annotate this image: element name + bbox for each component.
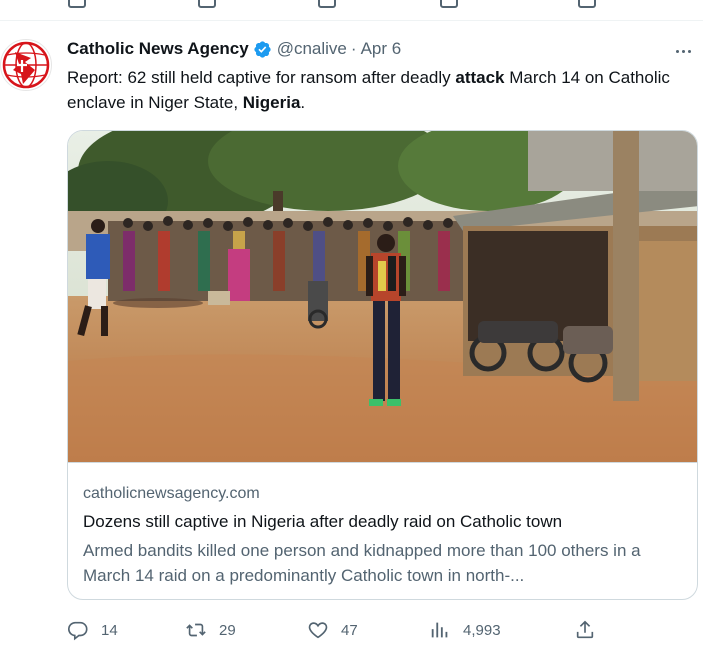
more-button[interactable] <box>671 39 695 59</box>
avatar[interactable] <box>0 39 52 91</box>
reply-button[interactable]: 14 <box>67 618 118 642</box>
like-button[interactable]: 47 <box>307 618 358 642</box>
share-button[interactable] <box>574 618 596 642</box>
author-handle[interactable]: @cnalive <box>277 39 347 59</box>
previous-tweet-actions-cutoff <box>0 0 703 8</box>
verified-badge-icon <box>254 40 271 58</box>
reply-count: 14 <box>101 621 118 639</box>
reply-icon <box>68 621 88 641</box>
tweet-text-part: . <box>300 93 306 112</box>
photo-village-crowd <box>68 131 697 462</box>
tweet-header: Catholic News Agency @cnalive · Apr 6 <box>67 38 401 60</box>
views-count: 4,993 <box>463 621 501 639</box>
prev-action-icon <box>578 0 596 8</box>
prev-action-icon <box>198 0 216 8</box>
prev-action-icon <box>68 0 86 8</box>
link-card[interactable]: catholicnewsagency.com Dozens still capt… <box>67 130 698 600</box>
tweet-text-part: Report: 62 still held captive for ransom… <box>67 68 456 87</box>
views-button[interactable]: 4,993 <box>429 618 501 642</box>
tweet-text: Report: 62 still held captive for ransom… <box>67 65 692 115</box>
card-domain: catholicnewsagency.com <box>83 485 260 502</box>
like-icon <box>308 622 328 639</box>
separator-dot: · <box>350 39 357 58</box>
card-title[interactable]: Dozens still captive in Nigeria after de… <box>83 512 562 532</box>
prev-action-icon <box>318 0 336 8</box>
tweet-text-bold: Nigeria <box>242 93 301 112</box>
more-icon <box>674 40 692 58</box>
share-icon <box>576 620 594 639</box>
retweet-icon <box>186 623 206 637</box>
like-count: 47 <box>341 621 358 639</box>
author-name[interactable]: Catholic News Agency <box>67 39 249 59</box>
tweet-text-bold: attack <box>455 68 505 87</box>
tweet-date[interactable]: Apr 6 <box>361 39 402 59</box>
card-description: Armed bandits killed one person and kidn… <box>83 541 641 585</box>
cna-logo-icon <box>2 41 50 89</box>
retweet-button[interactable]: 29 <box>185 618 236 642</box>
tweet[interactable]: Catholic News Agency @cnalive · Apr 6 Re… <box>0 21 703 652</box>
tweet-actions: 14 29 47 4,993 <box>67 618 607 642</box>
views-icon <box>431 622 448 638</box>
prev-action-icon <box>440 0 458 8</box>
card-image[interactable] <box>68 131 697 463</box>
retweet-count: 29 <box>219 621 236 639</box>
